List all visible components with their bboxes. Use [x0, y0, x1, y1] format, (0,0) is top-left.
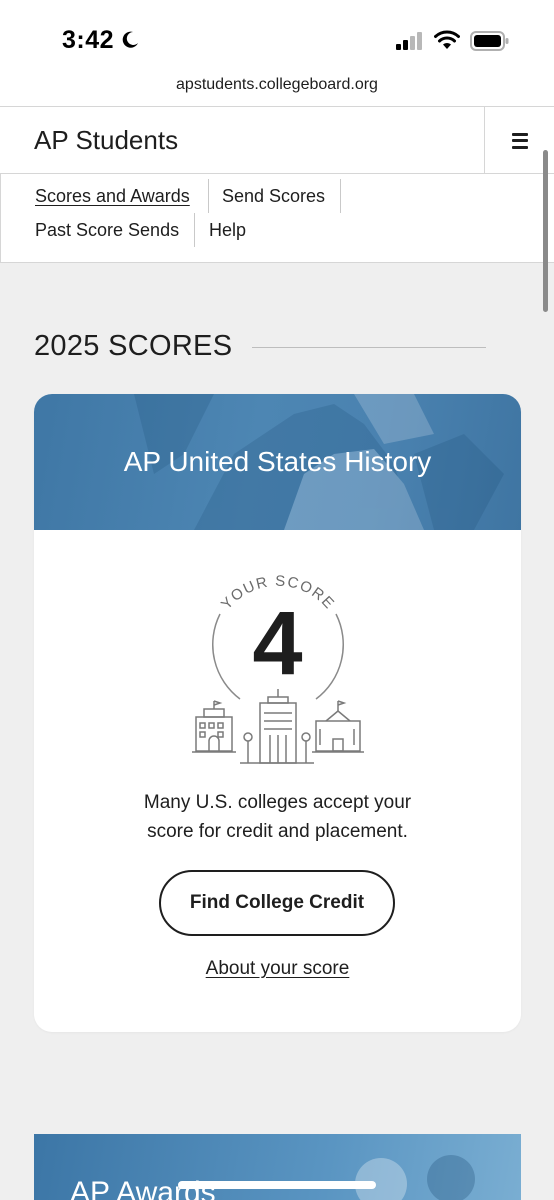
moon-icon [122, 31, 138, 48]
status-bar: 3:42 apstudents.collegeboard.org [0, 0, 554, 106]
score-card: AP United States History YOUR SCORE 4 Ma… [34, 394, 521, 1032]
nav-help[interactable]: Help [209, 220, 246, 241]
sub-navigation: Scores and Awards Send Scores Past Score… [0, 174, 554, 263]
home-indicator[interactable] [178, 1181, 376, 1189]
battery-icon [470, 31, 509, 51]
score-message: Many U.S. colleges accept your score for… [34, 788, 521, 846]
nav-divider [194, 213, 195, 247]
site-header: AP Students [0, 106, 554, 174]
about-your-score-link[interactable]: About your score [34, 958, 521, 980]
nav-scores-and-awards[interactable]: Scores and Awards [35, 186, 190, 207]
cellular-signal-icon [396, 32, 422, 50]
status-time: 3:42 [62, 26, 115, 54]
site-title[interactable]: AP Students [34, 125, 178, 156]
hamburger-menu-icon [511, 132, 528, 149]
wifi-icon [434, 30, 460, 49]
scores-section-heading: 2025 SCORES [34, 330, 233, 362]
address-bar-url[interactable]: apstudents.collegeboard.org [0, 76, 554, 94]
nav-divider [340, 179, 341, 213]
score-message-line2: score for credit and placement. [147, 821, 408, 842]
nav-divider [208, 179, 209, 213]
students-background-image [355, 1155, 475, 1200]
score-message-line1: Many U.S. colleges accept your [143, 792, 412, 813]
awards-card[interactable]: AP Awards [34, 1134, 521, 1200]
nav-send-scores[interactable]: Send Scores [222, 186, 325, 207]
page-scrollbar[interactable] [543, 150, 548, 312]
find-college-credit-button[interactable]: Find College Credit [159, 870, 395, 936]
score-card-banner: AP United States History [34, 394, 521, 530]
subject-title: AP United States History [123, 446, 432, 477]
score-value: 4 [252, 594, 303, 694]
section-divider [252, 347, 486, 348]
nav-past-score-sends[interactable]: Past Score Sends [35, 220, 179, 241]
